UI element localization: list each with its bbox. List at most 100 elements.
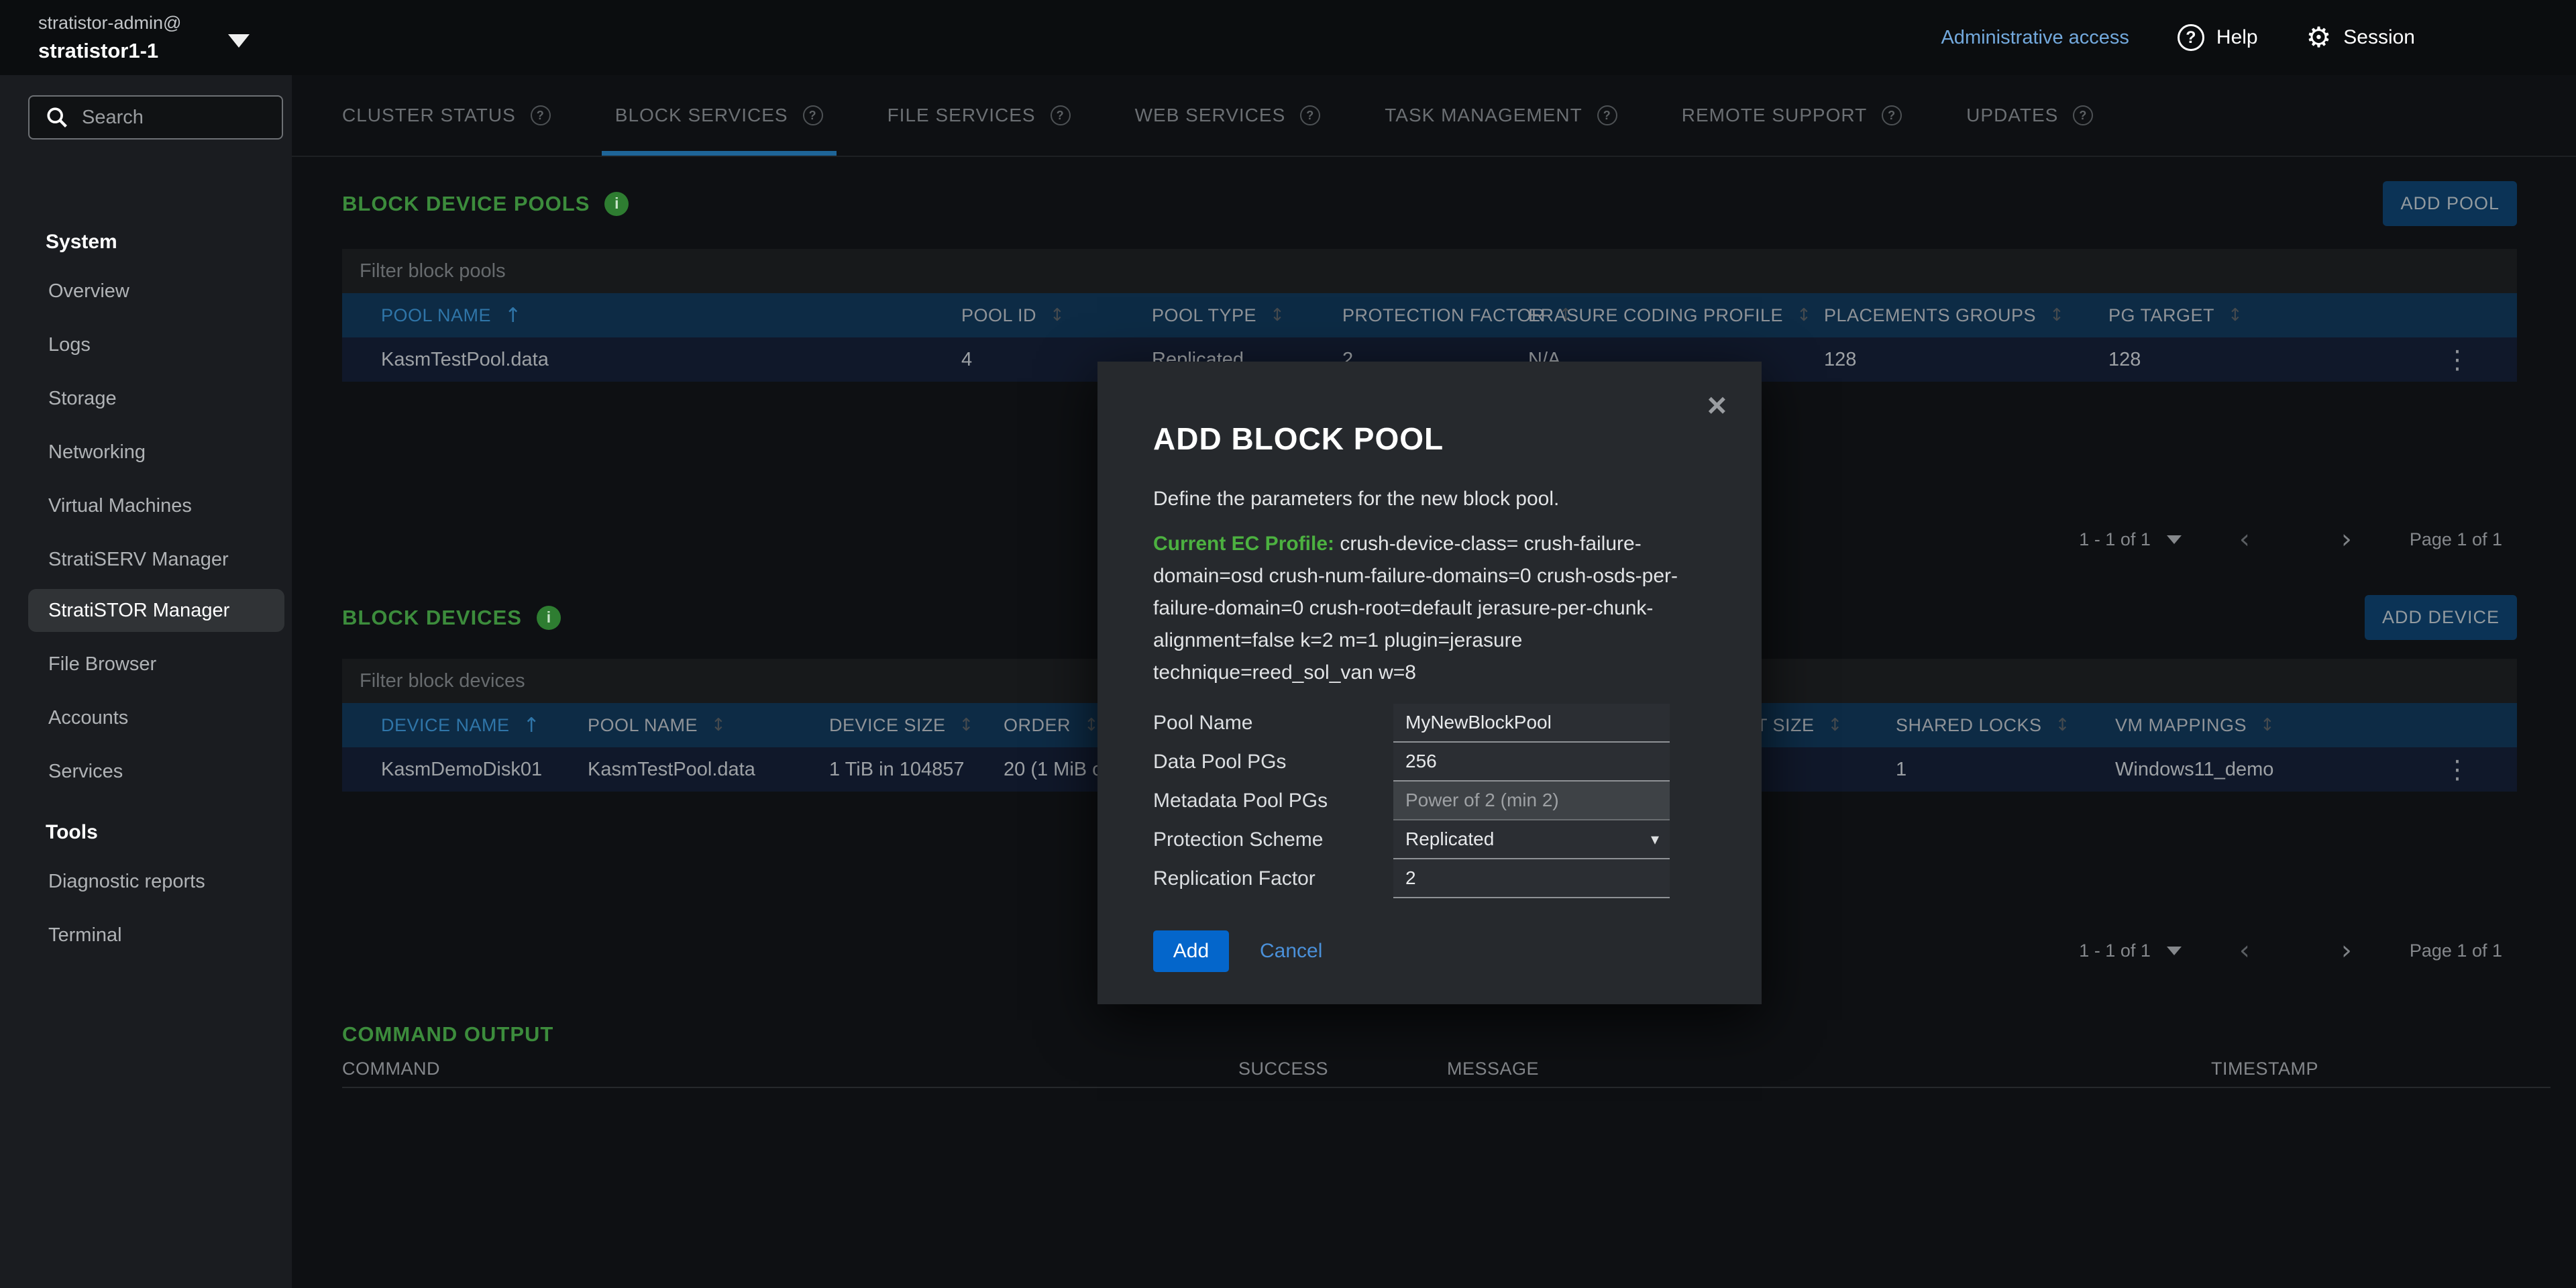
question-icon: ? xyxy=(1051,105,1071,125)
output-section-header: COMMAND OUTPUT xyxy=(292,1022,2576,1046)
output-section-title: COMMAND OUTPUT xyxy=(342,1022,553,1046)
tab-file-services[interactable]: FILE SERVICES? xyxy=(888,75,1071,156)
info-icon[interactable]: i xyxy=(537,606,561,630)
add-device-button[interactable]: ADD DEVICE xyxy=(2365,595,2517,640)
column-header-timestamp: TIMESTAMP xyxy=(2211,1059,2551,1079)
pool-name-field[interactable] xyxy=(1393,704,1670,743)
column-header-shared-locks[interactable]: SHARED LOCKS↕ xyxy=(1857,715,2076,736)
chevron-down-icon: ▾ xyxy=(1651,830,1659,849)
column-header-pool-name[interactable]: POOL NAME↕ xyxy=(549,715,790,736)
sidebar-item-stratiserv-manager[interactable]: StratiSERV Manager xyxy=(28,538,284,581)
gear-icon: ⚙ xyxy=(2306,23,2332,52)
pool-name-label: Pool Name xyxy=(1153,712,1393,735)
pools-section-title: BLOCK DEVICE POOLS xyxy=(342,192,590,216)
dialog-form: Pool Name Data Pool PGs Metadata Pool PG… xyxy=(1153,704,1762,898)
ec-profile-text: Current EC Profile: crush-device-class= … xyxy=(1153,528,1710,689)
user-name: stratistor-admin@ xyxy=(38,13,181,34)
sidebar-item-stratistor-manager[interactable]: StratiSTOR Manager xyxy=(28,589,284,632)
tab-remote-support[interactable]: REMOTE SUPPORT? xyxy=(1682,75,1902,156)
column-header-device-size[interactable]: DEVICE SIZE↕ xyxy=(790,715,965,736)
next-page-button[interactable]: › xyxy=(2308,524,2385,555)
sidebar-item-services[interactable]: Services xyxy=(28,750,284,793)
data-pool-pgs-field[interactable] xyxy=(1393,743,1670,782)
sort-icon: ↕ xyxy=(2055,715,2070,735)
sort-icon: ↕ xyxy=(1050,305,1065,325)
question-icon: ? xyxy=(1300,105,1320,125)
column-header-pool-name[interactable]: POOL NAME↑ xyxy=(342,304,922,327)
column-header-pg-target[interactable]: PG TARGET↕ xyxy=(2070,305,2423,326)
close-icon[interactable]: × xyxy=(1707,388,1727,422)
sidebar-item-terminal[interactable]: Terminal xyxy=(28,914,284,957)
info-icon[interactable]: i xyxy=(604,192,629,216)
sort-icon: ↕ xyxy=(1084,715,1099,735)
sidebar-search[interactable] xyxy=(28,95,283,140)
sidebar-item-overview[interactable]: Overview xyxy=(28,270,284,313)
sort-icon: ↕ xyxy=(2049,305,2064,325)
help-icon: ? xyxy=(2178,24,2204,51)
sort-icon: ↕ xyxy=(2260,715,2275,735)
sort-asc-icon: ↑ xyxy=(523,714,541,737)
cancel-button[interactable]: Cancel xyxy=(1260,940,1322,963)
per-page-selector[interactable]: 1 - 1 of 1 xyxy=(2079,941,2182,961)
sidebar-item-storage[interactable]: Storage xyxy=(28,377,284,420)
top-bar: stratistor-admin@ stratistor1-1 Administ… xyxy=(0,0,2576,75)
sort-icon: ↕ xyxy=(2228,305,2243,325)
column-header-device-name[interactable]: DEVICE NAME↑ xyxy=(342,714,549,737)
metadata-pool-pgs-field[interactable] xyxy=(1393,782,1670,820)
sidebar-item-virtual-machines[interactable]: Virtual Machines xyxy=(28,484,284,527)
sidebar-item-accounts[interactable]: Accounts xyxy=(28,696,284,739)
user-menu[interactable]: stratistor-admin@ stratistor1-1 xyxy=(0,13,250,63)
data-pool-pgs-label: Data Pool PGs xyxy=(1153,751,1393,773)
chevron-down-icon xyxy=(2167,947,2182,955)
column-header-pool-type[interactable]: POOL TYPE↕ xyxy=(1113,305,1303,326)
question-icon: ? xyxy=(1882,105,1902,125)
page-indicator: Page 1 of 1 xyxy=(2410,941,2502,961)
session-menu[interactable]: ⚙ Session xyxy=(2306,23,2415,52)
sidebar-item-networking[interactable]: Networking xyxy=(28,431,284,474)
tab-updates[interactable]: UPDATES? xyxy=(1966,75,2093,156)
help-menu[interactable]: ? Help xyxy=(2178,24,2258,51)
per-page-selector[interactable]: 1 - 1 of 1 xyxy=(2079,529,2182,550)
tab-task-management[interactable]: TASK MANAGEMENT? xyxy=(1385,75,1617,156)
tab-bar: CLUSTER STATUS? BLOCK SERVICES? FILE SER… xyxy=(292,75,2576,157)
sidebar-item-diagnostic-reports[interactable]: Diagnostic reports xyxy=(28,860,284,903)
column-header-command: COMMAND xyxy=(342,1059,1238,1079)
prev-page-button[interactable]: ‹ xyxy=(2206,524,2284,555)
replication-factor-field[interactable] xyxy=(1393,859,1670,898)
dialog-title: ADD BLOCK POOL xyxy=(1153,421,1706,457)
sort-asc-icon: ↑ xyxy=(504,304,522,327)
session-label: Session xyxy=(2343,26,2415,49)
chevron-down-icon[interactable] xyxy=(228,34,250,48)
column-header-message: MESSAGE xyxy=(1447,1059,2211,1079)
question-icon: ? xyxy=(2073,105,2093,125)
prev-page-button[interactable]: ‹ xyxy=(2206,935,2284,966)
column-header-erasure-coding-profile[interactable]: ERASURE CODING PROFILE↕ xyxy=(1489,305,1785,326)
nav-heading-tools: Tools xyxy=(46,821,98,844)
column-header-vm-mappings[interactable]: VM MAPPINGS↕ xyxy=(2076,715,2423,736)
column-header-protection-factor[interactable]: PROTECTION FACTOR↕ xyxy=(1303,305,1489,326)
sort-icon: ↕ xyxy=(1828,715,1843,735)
add-pool-button[interactable]: ADD POOL xyxy=(2383,181,2517,226)
metadata-pool-pgs-label: Metadata Pool PGs xyxy=(1153,790,1393,812)
column-header-success: SUCCESS xyxy=(1238,1059,1447,1079)
search-icon xyxy=(46,106,68,129)
kebab-menu-icon[interactable]: ⋮ xyxy=(2423,345,2517,374)
administrative-access-link[interactable]: Administrative access xyxy=(1941,27,2129,49)
protection-scheme-select[interactable]: Replicated ▾ xyxy=(1393,820,1670,859)
sidebar-item-logs[interactable]: Logs xyxy=(28,323,284,366)
tab-web-services[interactable]: WEB SERVICES? xyxy=(1135,75,1321,156)
tab-block-services[interactable]: BLOCK SERVICES? xyxy=(615,75,823,156)
column-header-placements-groups[interactable]: PLACEMENTS GROUPS↕ xyxy=(1785,305,2070,326)
kebab-menu-icon[interactable]: ⋮ xyxy=(2423,755,2517,784)
add-button[interactable]: Add xyxy=(1153,930,1229,972)
next-page-button[interactable]: › xyxy=(2308,935,2385,966)
column-header-pool-id[interactable]: POOL ID↕ xyxy=(922,305,1113,326)
search-input[interactable] xyxy=(82,107,270,129)
sidebar-item-file-browser[interactable]: File Browser xyxy=(28,643,284,686)
tab-cluster-status[interactable]: CLUSTER STATUS? xyxy=(342,75,551,156)
question-icon: ? xyxy=(803,105,823,125)
replication-factor-label: Replication Factor xyxy=(1153,867,1393,890)
pools-filter-input[interactable] xyxy=(342,249,2517,293)
page-indicator: Page 1 of 1 xyxy=(2410,529,2502,550)
nav-heading-system: System xyxy=(46,231,117,254)
